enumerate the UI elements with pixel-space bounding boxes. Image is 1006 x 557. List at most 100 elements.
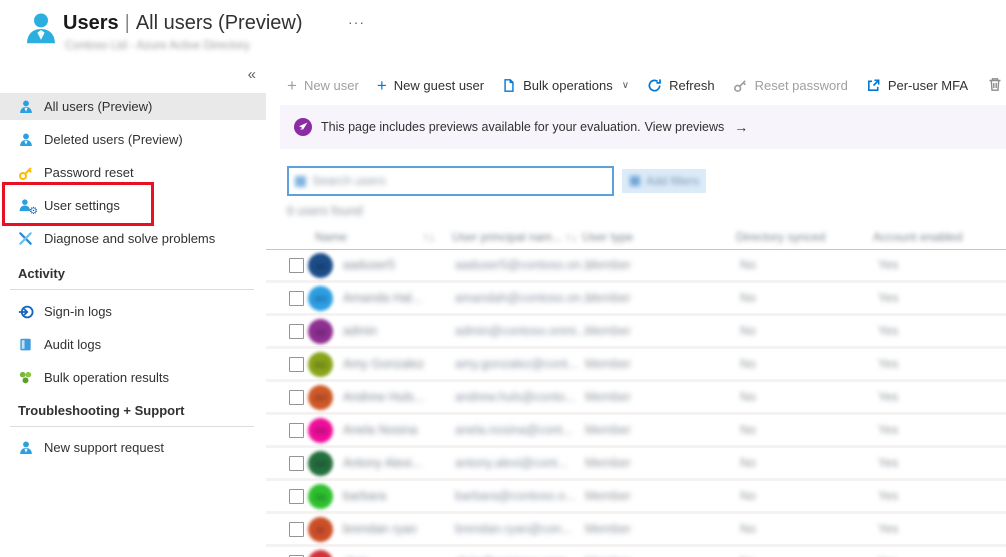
table-row[interactable]: AN Anela Nosina anela.nosina@cont... Mem… bbox=[266, 415, 1006, 445]
results-count: 6 users found bbox=[287, 204, 363, 218]
sidebar-item-password-reset[interactable]: Password reset bbox=[0, 159, 266, 186]
cell-name: aaduser5 bbox=[343, 258, 396, 272]
column-header-user-type[interactable]: User type bbox=[582, 230, 633, 244]
cell-account-enabled: Yes bbox=[878, 291, 899, 305]
table-row[interactable]: br brendan ryan brendan.ryan@con... Memb… bbox=[266, 514, 1006, 544]
key-icon bbox=[733, 79, 746, 92]
avatar: aa bbox=[308, 253, 333, 278]
refresh-button[interactable]: Refresh bbox=[647, 78, 715, 93]
table-row[interactable]: AH Amanda Hal... amandah@contoso.on... M… bbox=[266, 283, 1006, 313]
avatar: AG bbox=[308, 352, 333, 377]
user-icon bbox=[18, 99, 34, 115]
sidebar-item-label: User settings bbox=[44, 198, 120, 213]
page-title: Users | All users (Preview) bbox=[63, 12, 303, 35]
avatar: AN bbox=[308, 418, 333, 443]
tenant-subtitle: Contoso Ltd - Azure Active Directory bbox=[65, 40, 250, 52]
per-user-mfa-label: Per-user MFA bbox=[887, 77, 969, 93]
sidebar-item-diagnose[interactable]: Diagnose and solve problems bbox=[0, 225, 266, 252]
preview-megaphone-icon bbox=[294, 118, 312, 136]
cell-user-type: Member bbox=[585, 456, 631, 470]
bulk-operations-button[interactable]: Bulk operations ∨ bbox=[502, 78, 629, 93]
plus-icon: + bbox=[287, 75, 297, 95]
sidebar-collapse-icon[interactable]: « bbox=[248, 66, 256, 83]
refresh-label: Refresh bbox=[669, 77, 715, 93]
row-checkbox[interactable] bbox=[289, 291, 304, 306]
view-previews-link[interactable]: View previews bbox=[645, 120, 725, 134]
sidebar-item-audit-logs[interactable]: Audit logs bbox=[0, 331, 266, 358]
banner-message: This page includes previews available fo… bbox=[321, 120, 641, 134]
table-row[interactable]: AA Antony Alexi... antony.alexi@cont... … bbox=[266, 448, 1006, 478]
search-icon bbox=[295, 175, 306, 187]
sidebar-item-deleted-users[interactable]: Deleted users (Preview) bbox=[0, 126, 266, 153]
document-icon bbox=[504, 78, 514, 92]
avatar: ba bbox=[308, 484, 333, 509]
sidebar-item-all-users[interactable]: All users (Preview) bbox=[0, 93, 266, 120]
row-checkbox[interactable] bbox=[289, 357, 304, 372]
reset-password-label: Reset password bbox=[754, 77, 848, 93]
more-menu-icon[interactable]: ··· bbox=[348, 14, 365, 30]
new-user-button[interactable]: + New user bbox=[287, 77, 359, 94]
sidebar-item-signin-logs[interactable]: Sign-in logs bbox=[0, 298, 266, 325]
cell-account-enabled: Yes bbox=[878, 522, 899, 536]
cell-account-enabled: Yes bbox=[878, 423, 899, 437]
cell-upn: brendan.ryan@con... bbox=[455, 522, 572, 536]
sidebar-item-new-support-request[interactable]: New support request bbox=[0, 434, 266, 461]
external-link-icon bbox=[867, 79, 880, 91]
table-row[interactable]: aa aaduser5 aaduser5@contoso.on... Membe… bbox=[266, 250, 1006, 280]
sidebar-item-bulk-results[interactable]: Bulk operation results bbox=[0, 364, 266, 391]
row-checkbox[interactable] bbox=[289, 522, 304, 537]
cell-name: barbara bbox=[343, 489, 387, 503]
cell-name: admin bbox=[343, 324, 378, 338]
key-icon bbox=[18, 165, 34, 181]
column-header-name[interactable]: Name bbox=[315, 230, 347, 244]
cell-directory-synced: No bbox=[740, 522, 756, 536]
table-row[interactable]: AG Amy Gonzalez amy.gonzalez@cont... Mem… bbox=[266, 349, 1006, 379]
search-input-text: Search users bbox=[312, 174, 386, 188]
cell-directory-synced: No bbox=[740, 423, 756, 437]
table-row[interactable]: AH Andrew Huls... andrew.huls@conto... M… bbox=[266, 382, 1006, 412]
row-checkbox[interactable] bbox=[289, 423, 304, 438]
sort-icon[interactable]: ↑↓ bbox=[423, 230, 435, 244]
row-checkbox[interactable] bbox=[289, 456, 304, 471]
row-checkbox[interactable] bbox=[289, 489, 304, 504]
new-guest-user-button[interactable]: + New guest user bbox=[377, 77, 484, 94]
column-header-directory-synced[interactable]: Directory synced bbox=[736, 230, 825, 244]
sidebar-item-user-settings[interactable]: ⚙ User settings bbox=[0, 192, 266, 219]
cell-upn: aaduser5@contoso.on... bbox=[455, 258, 592, 272]
table-row[interactable]: ba barbara barbara@contoso.o... Member N… bbox=[266, 481, 1006, 511]
add-filters-button[interactable]: Add filters bbox=[622, 169, 706, 193]
user-icon bbox=[18, 132, 34, 148]
row-checkbox[interactable] bbox=[289, 390, 304, 405]
bulk-operations-label: Bulk operations bbox=[523, 77, 613, 93]
cell-user-type: Member bbox=[585, 357, 631, 371]
cell-user-type: Member bbox=[585, 522, 631, 536]
new-user-label: New user bbox=[303, 77, 359, 93]
cell-name: Anela Nosina bbox=[343, 423, 418, 437]
table-row[interactable]: ad admin admin@contoso.onmi... Member No… bbox=[266, 316, 1006, 346]
page-title-separator: | bbox=[124, 12, 130, 34]
sidebar-section-support: Troubleshooting + Support bbox=[18, 403, 185, 418]
search-input[interactable]: Search users bbox=[287, 166, 614, 196]
cell-name: Antony Alexi... bbox=[343, 456, 423, 470]
cell-directory-synced: No bbox=[740, 489, 756, 503]
azure-users-page: { "page": { "title_bold": "Users", "titl… bbox=[0, 0, 1006, 557]
avatar: AH bbox=[308, 385, 333, 410]
command-bar: + New user + New guest user Bulk operati… bbox=[287, 72, 1006, 98]
cell-user-type: Member bbox=[585, 324, 631, 338]
cell-account-enabled: Yes bbox=[878, 258, 899, 272]
per-user-mfa-button[interactable]: Per-user MFA bbox=[866, 78, 968, 93]
cell-upn: andrew.huls@conto... bbox=[455, 390, 576, 404]
delete-icon[interactable] bbox=[987, 76, 1003, 92]
gear-icon: ⚙ bbox=[29, 205, 38, 217]
add-filters-label: Add filters bbox=[646, 174, 700, 188]
cell-directory-synced: No bbox=[740, 456, 756, 470]
reset-password-button[interactable]: Reset password bbox=[733, 78, 848, 93]
plus-icon: + bbox=[376, 75, 387, 95]
row-checkbox[interactable] bbox=[289, 258, 304, 273]
cell-directory-synced: No bbox=[740, 291, 756, 305]
sidebar-item-label: Sign-in logs bbox=[44, 304, 112, 319]
table-row[interactable]: ch chris chris@contoso.onm... Member No … bbox=[266, 547, 1006, 557]
column-header-upn[interactable]: User principal nam... ↑↓ bbox=[452, 230, 577, 244]
column-header-account-enabled[interactable]: Account enabled bbox=[873, 230, 962, 244]
row-checkbox[interactable] bbox=[289, 324, 304, 339]
